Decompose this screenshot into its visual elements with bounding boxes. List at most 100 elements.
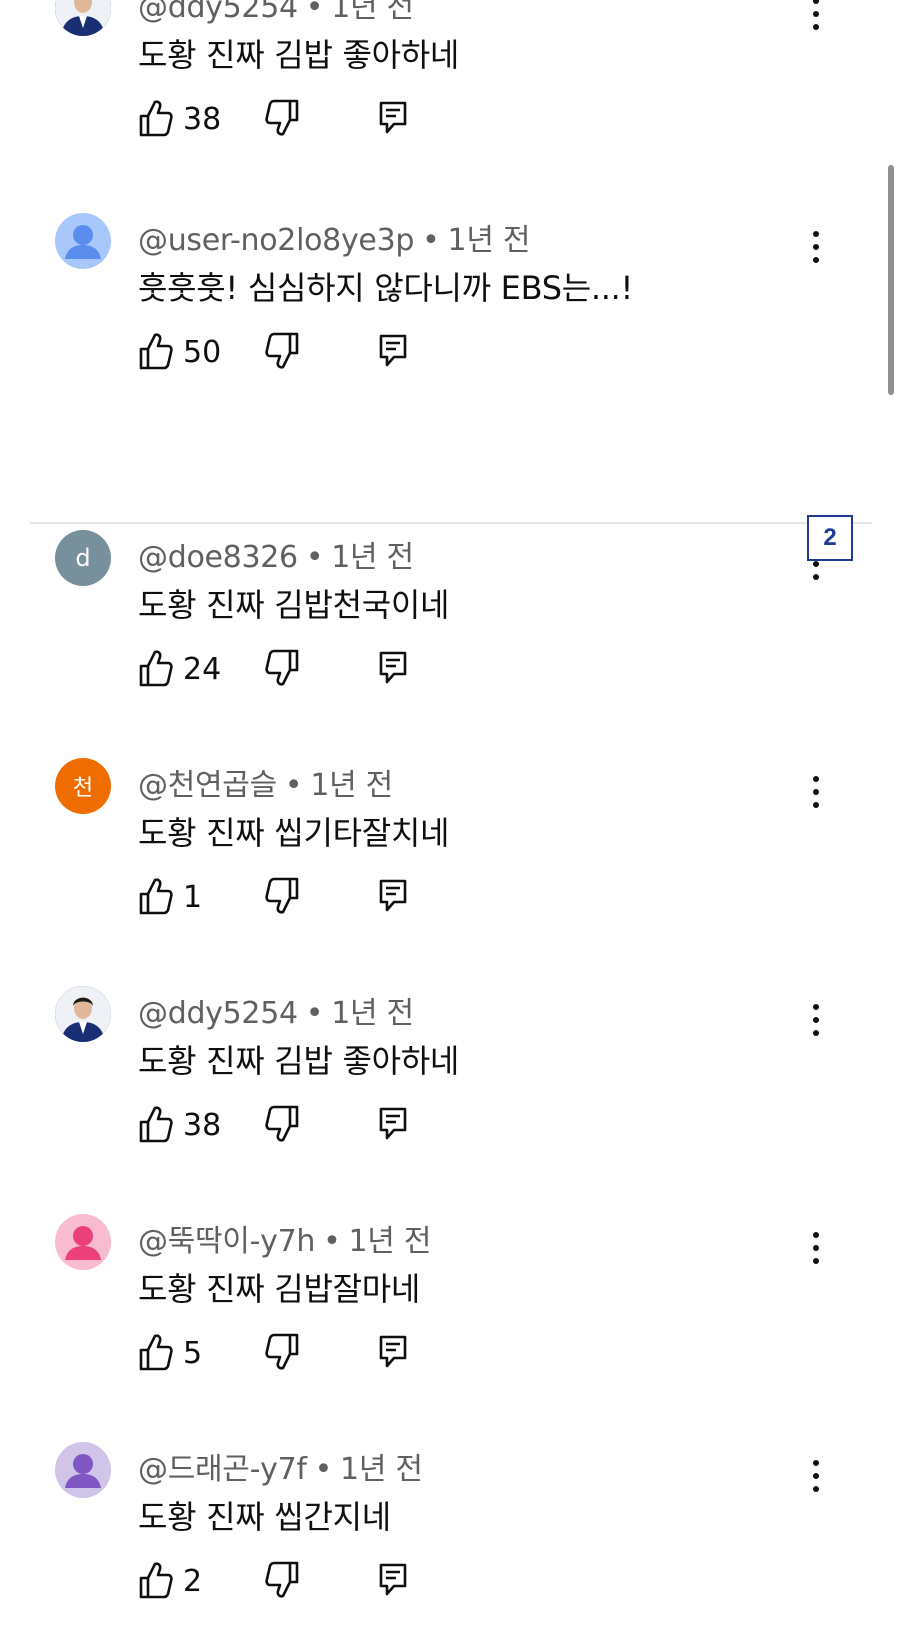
user-photo-icon bbox=[55, 986, 111, 1042]
reply-icon[interactable] bbox=[378, 1562, 408, 1598]
reply-icon[interactable] bbox=[378, 1106, 408, 1142]
author-handle[interactable]: @doe8326 bbox=[138, 540, 298, 575]
thumb-down-icon[interactable] bbox=[264, 1560, 300, 1600]
thumb-up-icon[interactable] bbox=[138, 331, 174, 371]
thumb-up-icon[interactable] bbox=[138, 98, 174, 138]
comment-meta: @user-no2lo8ye3p • 1년 전 bbox=[138, 215, 530, 259]
comment-actions: 38 bbox=[138, 98, 438, 142]
separator-dot: • bbox=[305, 996, 324, 1031]
comment-time: 1년 전 bbox=[340, 1452, 423, 1487]
more-vert-icon[interactable] bbox=[810, 1004, 822, 1038]
comment-meta: @뚝딱이-y7h • 1년 전 bbox=[138, 1216, 431, 1260]
author-handle[interactable]: @드래곤-y7f bbox=[138, 1452, 307, 1487]
reply-icon[interactable] bbox=[378, 650, 408, 686]
comment-text: 도황 진짜 김밥 좋아하네 bbox=[138, 36, 460, 74]
reply-icon[interactable] bbox=[378, 333, 408, 369]
comment-actions: 1 bbox=[138, 876, 438, 920]
user-photo-icon bbox=[55, 0, 111, 36]
thumb-down-icon[interactable] bbox=[264, 876, 300, 916]
comment-meta: @천연곱슬 • 1년 전 bbox=[138, 760, 393, 804]
default-user-icon bbox=[65, 1226, 101, 1260]
comment-text: 도황 진짜 김밥잘마네 bbox=[138, 1270, 421, 1308]
comment-item: @user-no2lo8ye3p • 1년 전 훗훗훗! 심심하지 않다니까 EBS… bbox=[0, 213, 900, 413]
comment-meta: @ddy5254 • 1년 전 bbox=[138, 988, 414, 1032]
avatar-letter: 천 bbox=[72, 776, 94, 801]
avatar[interactable]: 천 bbox=[55, 758, 111, 814]
comment-meta: @doe8326 • 1년 전 bbox=[138, 532, 414, 576]
comment-item: @드래곤-y7f • 1년 전 도황 진짜 씹간지네 2 bbox=[0, 1442, 900, 1642]
divider bbox=[30, 522, 872, 524]
comment-text: 훗훗훗! 심심하지 않다니까 EBS는...! bbox=[138, 269, 633, 307]
thumb-up-icon[interactable] bbox=[138, 876, 174, 916]
thumb-up-icon[interactable] bbox=[138, 648, 174, 688]
thumb-down-icon[interactable] bbox=[264, 1104, 300, 1144]
scrollbar[interactable] bbox=[888, 165, 894, 395]
comment-actions: 50 bbox=[138, 331, 438, 375]
like-count: 2 bbox=[183, 1564, 203, 1599]
author-handle[interactable]: @ddy5254 bbox=[138, 996, 298, 1031]
like-count: 50 bbox=[183, 335, 222, 370]
like-count: 38 bbox=[183, 102, 222, 137]
more-vert-icon[interactable] bbox=[810, 231, 822, 265]
comment-meta: @ddy5254 • 1년 전 bbox=[138, 0, 414, 26]
comment-actions: 2 bbox=[138, 1560, 438, 1604]
comment-text: 도황 진짜 씹간지네 bbox=[138, 1498, 391, 1536]
avatar-letter: d bbox=[75, 544, 91, 572]
reply-icon[interactable] bbox=[378, 100, 408, 136]
avatar[interactable]: d bbox=[55, 530, 111, 586]
separator-dot: • bbox=[314, 1452, 333, 1487]
default-user-icon bbox=[65, 225, 101, 259]
annotation-marker: 2 bbox=[807, 515, 853, 561]
comment-time: 1년 전 bbox=[331, 0, 414, 25]
reply-icon[interactable] bbox=[378, 878, 408, 914]
comment-item: @ddy5254 • 1년 전 도황 진짜 김밥 좋아하네 38 bbox=[0, 986, 900, 1186]
comment-time: 1년 전 bbox=[331, 540, 414, 575]
avatar[interactable] bbox=[55, 986, 111, 1042]
default-user-icon bbox=[65, 1454, 101, 1488]
comment-time: 1년 전 bbox=[331, 996, 414, 1031]
comment-actions: 24 bbox=[138, 648, 438, 692]
comment-meta: @드래곤-y7f • 1년 전 bbox=[138, 1444, 423, 1488]
comment-item: @뚝딱이-y7h • 1년 전 도황 진짜 김밥잘마네 5 bbox=[0, 1214, 900, 1414]
thumb-down-icon[interactable] bbox=[264, 648, 300, 688]
author-handle[interactable]: @뚝딱이-y7h bbox=[138, 1224, 315, 1259]
reply-icon[interactable] bbox=[378, 1334, 408, 1370]
comment-text: 도황 진짜 김밥천국이네 bbox=[138, 586, 450, 624]
author-handle[interactable]: @천연곱슬 bbox=[138, 768, 277, 803]
separator-dot: • bbox=[284, 768, 303, 803]
more-vert-icon[interactable] bbox=[810, 0, 822, 32]
comment-item: d @doe8326 • 1년 전 도황 진짜 김밥천국이네 24 bbox=[0, 530, 900, 730]
comment-time: 1년 전 bbox=[310, 768, 393, 803]
avatar[interactable] bbox=[55, 1214, 111, 1270]
like-count: 1 bbox=[183, 880, 203, 915]
separator-dot: • bbox=[422, 223, 440, 258]
thumb-down-icon[interactable] bbox=[264, 331, 300, 371]
comment-actions: 38 bbox=[138, 1104, 438, 1148]
like-count: 24 bbox=[183, 652, 222, 687]
separator-dot: • bbox=[305, 540, 324, 575]
comment-item: @ddy5254 • 1년 전 도황 진짜 김밥 좋아하네 38 bbox=[0, 0, 900, 180]
thumb-up-icon[interactable] bbox=[138, 1104, 174, 1144]
comment-item: 천 @천연곱슬 • 1년 전 도황 진짜 씹기타잘치네 1 bbox=[0, 758, 900, 958]
avatar[interactable] bbox=[55, 1442, 111, 1498]
more-vert-icon[interactable] bbox=[810, 1460, 822, 1494]
thumb-down-icon[interactable] bbox=[264, 98, 300, 138]
comment-time: 1년 전 bbox=[348, 1224, 432, 1259]
comment-text: 도황 진짜 김밥 좋아하네 bbox=[138, 1042, 460, 1080]
author-handle[interactable]: @ddy5254 bbox=[138, 0, 298, 25]
like-count: 5 bbox=[183, 1336, 203, 1371]
comment-actions: 5 bbox=[138, 1332, 438, 1376]
comment-text: 도황 진짜 씹기타잘치네 bbox=[138, 814, 450, 852]
author-handle[interactable]: @user-no2lo8ye3p bbox=[138, 223, 414, 258]
thumb-up-icon[interactable] bbox=[138, 1332, 174, 1372]
more-vert-icon[interactable] bbox=[810, 1232, 822, 1266]
more-vert-icon[interactable] bbox=[810, 776, 822, 810]
comment-time: 1년 전 bbox=[447, 223, 531, 258]
avatar[interactable] bbox=[55, 0, 111, 36]
separator-dot: • bbox=[305, 0, 324, 25]
avatar[interactable] bbox=[55, 213, 111, 269]
thumb-down-icon[interactable] bbox=[264, 1332, 300, 1372]
separator-dot: • bbox=[323, 1224, 341, 1259]
thumb-up-icon[interactable] bbox=[138, 1560, 174, 1600]
like-count: 38 bbox=[183, 1108, 222, 1143]
